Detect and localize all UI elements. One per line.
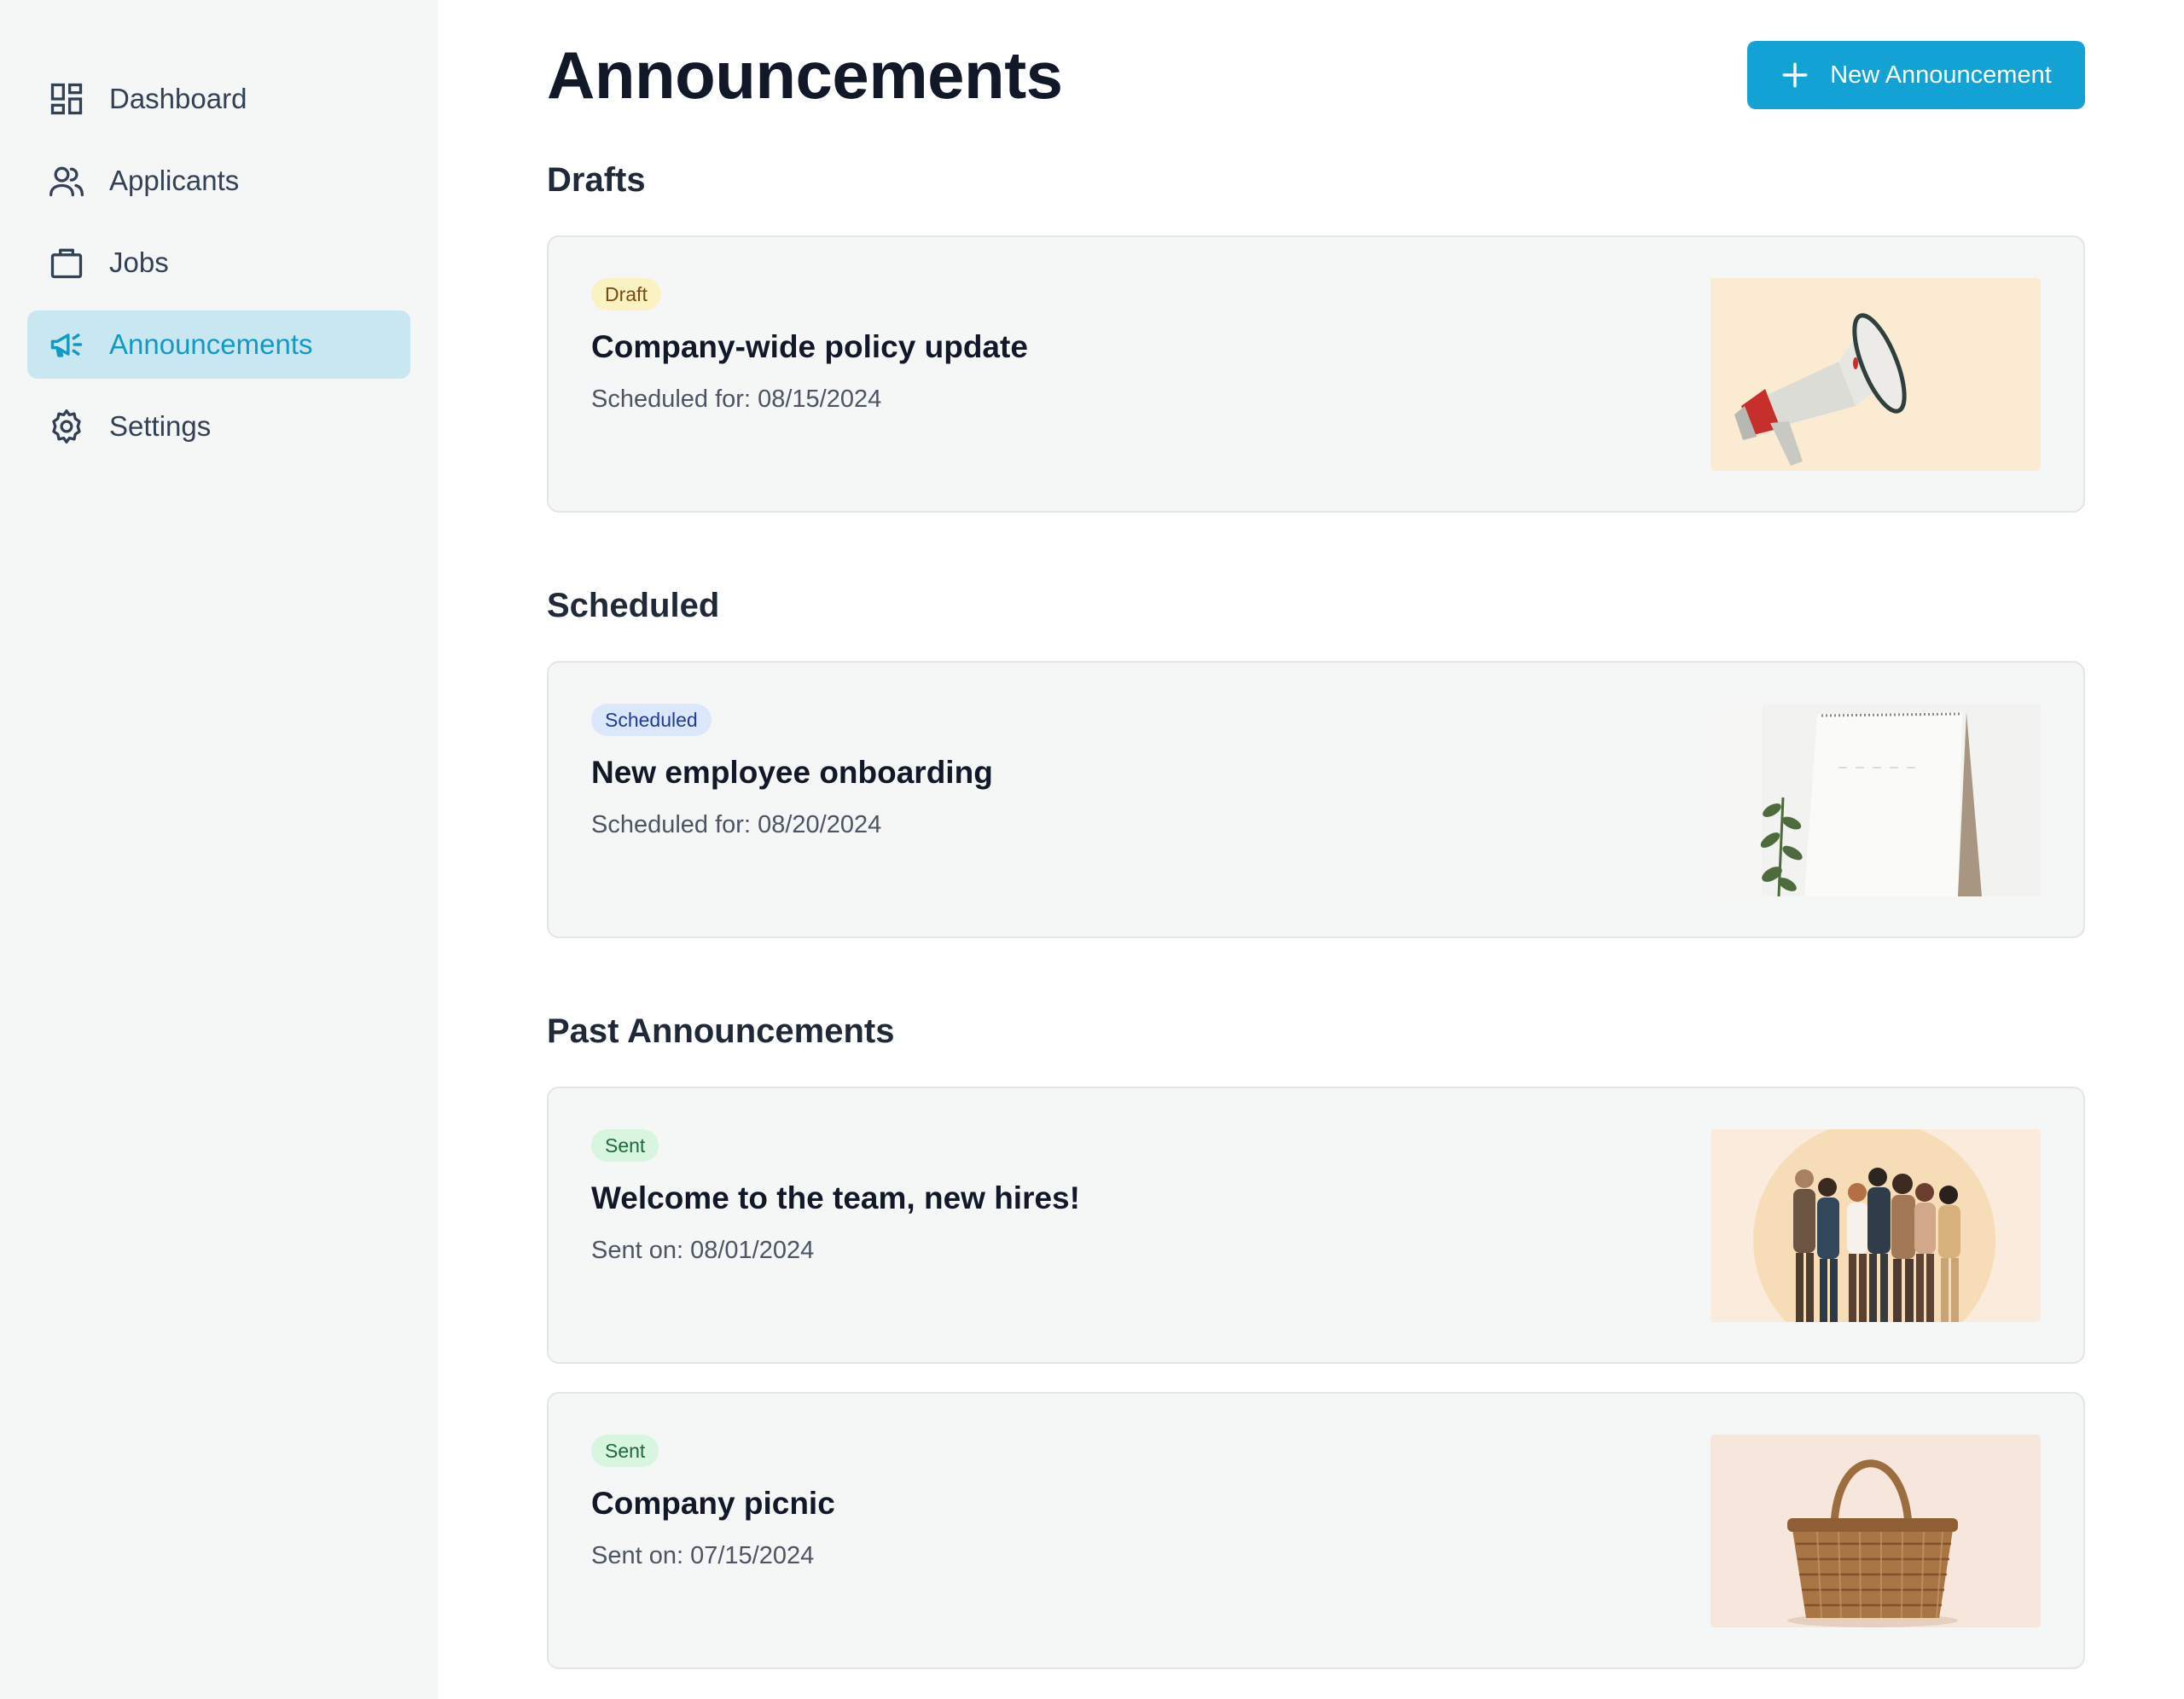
new-announcement-label: New Announcement [1830, 61, 2052, 89]
app-root: Dashboard Applicants Jobs Announcements … [0, 0, 2184, 1699]
status-badge: Scheduled [591, 704, 712, 736]
page-title: Announcements [547, 37, 1063, 113]
status-badge: Sent [591, 1435, 659, 1467]
megaphone-image [1711, 278, 2041, 471]
megaphone-icon [48, 326, 85, 363]
sidebar-item-label: Applicants [109, 165, 240, 196]
status-badge: Sent [591, 1129, 659, 1162]
sidebar-item-label: Jobs [109, 246, 169, 278]
sidebar-item-dashboard[interactable]: Dashboard [27, 65, 410, 133]
gear-icon [48, 408, 85, 445]
announcement-card[interactable]: Sent Welcome to the team, new hires! Sen… [547, 1087, 2085, 1364]
announcement-card[interactable]: Sent Company picnic Sent on: 07/15/2024 [547, 1392, 2085, 1669]
status-badge: Draft [591, 278, 661, 310]
briefcase-icon [48, 244, 85, 281]
calendar-plant-image [1711, 704, 2041, 896]
section-title-scheduled: Scheduled [547, 587, 720, 624]
sidebar-item-announcements[interactable]: Announcements [27, 310, 410, 379]
sidebar-item-label: Settings [109, 410, 212, 442]
dashboard-icon [48, 80, 85, 118]
users-icon [48, 162, 85, 200]
section-title-drafts: Drafts [547, 161, 646, 199]
new-announcement-button[interactable]: New Announcement [1747, 41, 2085, 109]
sidebar-item-label: Dashboard [109, 83, 247, 114]
team-people-image [1711, 1129, 2041, 1322]
main-content: Announcements New Announcement Drafts Dr… [438, 0, 2184, 1699]
section-title-past: Past Announcements [547, 1012, 895, 1050]
announcement-card[interactable]: Scheduled New employee onboarding Schedu… [547, 661, 2085, 938]
sidebar-item-settings[interactable]: Settings [27, 392, 410, 461]
plus-icon [1782, 62, 1808, 88]
sidebar-item-applicants[interactable]: Applicants [27, 147, 410, 215]
sidebar-item-label: Announcements [109, 328, 313, 360]
sidebar: Dashboard Applicants Jobs Announcements … [0, 0, 438, 1699]
announcement-card[interactable]: Draft Company-wide policy update Schedul… [547, 235, 2085, 513]
sidebar-item-jobs[interactable]: Jobs [27, 229, 410, 297]
page-header: Announcements New Announcement [547, 38, 2085, 113]
picnic-basket-image [1711, 1435, 2041, 1627]
